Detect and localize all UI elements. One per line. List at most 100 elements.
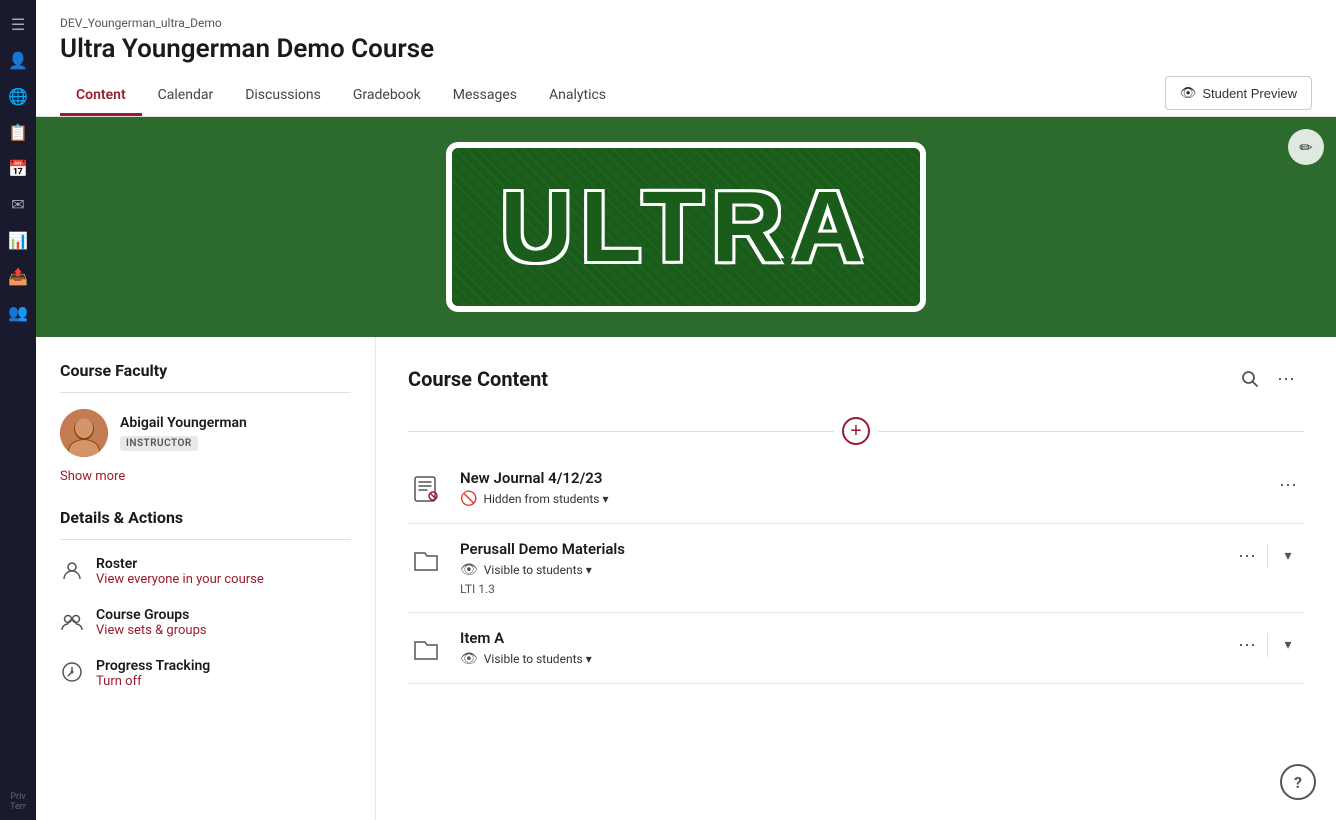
journal-more-button[interactable]: ⋯ xyxy=(1272,469,1304,501)
help-button[interactable]: ? xyxy=(1280,764,1316,800)
journal-body: New Journal 4/12/23 🚫 Hidden from studen… xyxy=(460,469,1256,507)
roster-label: Roster xyxy=(96,556,264,572)
search-button[interactable] xyxy=(1232,361,1268,397)
avatar xyxy=(60,409,108,457)
tab-analytics[interactable]: Analytics xyxy=(533,77,622,116)
perusall-item: Perusall Demo Materials 👁 Visible to stu… xyxy=(408,524,1304,613)
perusall-actions: ⋯ ▾ xyxy=(1231,540,1304,572)
course-title: Ultra Youngerman Demo Course xyxy=(60,34,1312,64)
journal-visibility: 🚫 Hidden from students ▾ xyxy=(460,491,1256,507)
messages-nav-icon[interactable]: ✉ xyxy=(2,188,34,220)
ultra-logo-text: ULTRA xyxy=(500,170,871,285)
journal-actions: ⋯ xyxy=(1272,469,1304,501)
item-a-visibility: 👁 Visible to students ▾ xyxy=(460,651,1215,667)
perusall-action-divider xyxy=(1267,544,1268,568)
course-banner: ✏ ULTRA xyxy=(36,117,1336,337)
instructor-badge: INSTRUCTOR xyxy=(120,436,198,451)
tab-messages[interactable]: Messages xyxy=(437,77,533,116)
course-subtitle: DEV_Youngerman_ultra_Demo xyxy=(60,16,1312,30)
tab-content[interactable]: Content xyxy=(60,77,142,116)
item-a-title: Item A xyxy=(460,629,1215,647)
perusall-expand-button[interactable]: ▾ xyxy=(1272,540,1304,572)
main-wrapper: ✕ DEV_Youngerman_ultra_Demo Ultra Younge… xyxy=(36,0,1336,820)
details-divider xyxy=(60,539,351,540)
view-sets-groups-link[interactable]: View sets & groups xyxy=(96,623,207,638)
item-a-actions: ⋯ ▾ xyxy=(1231,629,1304,661)
item-a-visibility-label: Visible to students xyxy=(484,652,583,666)
journal-title: New Journal 4/12/23 xyxy=(460,469,1256,487)
banner-edit-button[interactable]: ✏ xyxy=(1288,129,1324,165)
add-content-button[interactable]: + xyxy=(842,417,870,445)
sidebar-bottom-text: PrivTerr xyxy=(8,792,28,812)
student-preview-icon: 👁 xyxy=(1180,85,1197,101)
perusall-lti-badge: LTI 1.3 xyxy=(460,582,1215,596)
progress-tracking-action: Progress Tracking Turn off xyxy=(60,658,351,689)
progress-tracking-icon xyxy=(60,660,84,684)
tab-gradebook[interactable]: Gradebook xyxy=(337,77,437,116)
item-a-visibility-dropdown[interactable]: Visible to students ▾ xyxy=(484,652,592,666)
add-line-right xyxy=(878,431,1304,432)
perusall-body: Perusall Demo Materials 👁 Visible to stu… xyxy=(460,540,1215,596)
right-panel: Course Content ⋯ xyxy=(376,337,1336,820)
item-a-body: Item A 👁 Visible to students ▾ xyxy=(460,629,1215,667)
ultra-logo: ULTRA xyxy=(446,142,926,312)
faculty-divider xyxy=(60,392,351,393)
perusall-visibility-chevron: ▾ xyxy=(586,563,592,577)
journal-icon xyxy=(408,471,444,507)
tab-discussions[interactable]: Discussions xyxy=(229,77,337,116)
item-a-action-divider xyxy=(1267,633,1268,657)
course-groups-text: Course Groups View sets & groups xyxy=(96,607,207,638)
folder-icon-perusall xyxy=(408,542,444,578)
add-line-left xyxy=(408,431,834,432)
course-header: ✕ DEV_Youngerman_ultra_Demo Ultra Younge… xyxy=(36,0,1336,117)
student-preview-button[interactable]: 👁 Student Preview xyxy=(1165,76,1312,110)
details-section-title: Details & Actions xyxy=(60,508,351,527)
view-everyone-link[interactable]: View everyone in your course xyxy=(96,572,264,587)
perusall-visibility: 👁 Visible to students ▾ xyxy=(460,562,1215,578)
gradebook-nav-icon[interactable]: 📋 xyxy=(2,116,34,148)
journal-visibility-dropdown[interactable]: Hidden from students ▾ xyxy=(483,492,608,506)
visible-icon-item-a: 👁 xyxy=(460,651,478,667)
perusall-title: Perusall Demo Materials xyxy=(460,540,1215,558)
folder-icon-item-a xyxy=(408,631,444,667)
instructor-info: Abigail Youngerman INSTRUCTOR xyxy=(120,415,247,451)
perusall-visibility-label: Visible to students xyxy=(484,563,583,577)
roster-icon xyxy=(60,558,84,582)
item-a: Item A 👁 Visible to students ▾ xyxy=(408,613,1304,684)
roster-action: Roster View everyone in your course xyxy=(60,556,351,587)
journal-visibility-label: Hidden from students xyxy=(483,492,599,506)
left-nav-sidebar: ☰ 👤 🌐 📋 📅 ✉ 📊 📤 👥 PrivTerr xyxy=(0,0,36,820)
course-content-title: Course Content xyxy=(408,367,1232,391)
tab-calendar[interactable]: Calendar xyxy=(142,77,230,116)
perusall-more-button[interactable]: ⋯ xyxy=(1231,540,1263,572)
progress-tracking-label: Progress Tracking xyxy=(96,658,210,674)
globe-icon[interactable]: 🌐 xyxy=(2,80,34,112)
show-more-link[interactable]: Show more xyxy=(60,469,351,484)
course-groups-action: Course Groups View sets & groups xyxy=(60,607,351,638)
banner-wrapper: ✏ ULTRA Course Faculty xyxy=(36,117,1336,820)
perusall-visibility-dropdown[interactable]: Visible to students ▾ xyxy=(484,563,592,577)
course-groups-icon xyxy=(60,609,84,633)
item-a-expand-button[interactable]: ▾ xyxy=(1272,629,1304,661)
course-groups-label: Course Groups xyxy=(96,607,207,623)
menu-icon[interactable]: ☰ xyxy=(2,8,34,40)
progress-tracking-text: Progress Tracking Turn off xyxy=(96,658,210,689)
user-icon[interactable]: 👤 xyxy=(2,44,34,76)
item-a-more-button[interactable]: ⋯ xyxy=(1231,629,1263,661)
export-icon[interactable]: 📤 xyxy=(2,260,34,292)
analytics-nav-icon[interactable]: 📊 xyxy=(2,224,34,256)
hidden-icon: 🚫 xyxy=(460,491,477,507)
visible-icon-perusall: 👁 xyxy=(460,562,478,578)
instructor-row: Abigail Youngerman INSTRUCTOR xyxy=(60,409,351,457)
roster-text: Roster View everyone in your course xyxy=(96,556,264,587)
add-item-row: + xyxy=(408,417,1304,445)
journal-item: New Journal 4/12/23 🚫 Hidden from studen… xyxy=(408,453,1304,524)
turn-off-link[interactable]: Turn off xyxy=(96,674,210,689)
instructor-name: Abigail Youngerman xyxy=(120,415,247,431)
more-options-button[interactable]: ⋯ xyxy=(1268,361,1304,397)
faculty-section-title: Course Faculty xyxy=(60,361,351,380)
users-icon[interactable]: 👥 xyxy=(2,296,34,328)
left-panel: Course Faculty xyxy=(36,337,376,820)
calendar-nav-icon[interactable]: 📅 xyxy=(2,152,34,184)
journal-visibility-chevron: ▾ xyxy=(603,492,609,506)
